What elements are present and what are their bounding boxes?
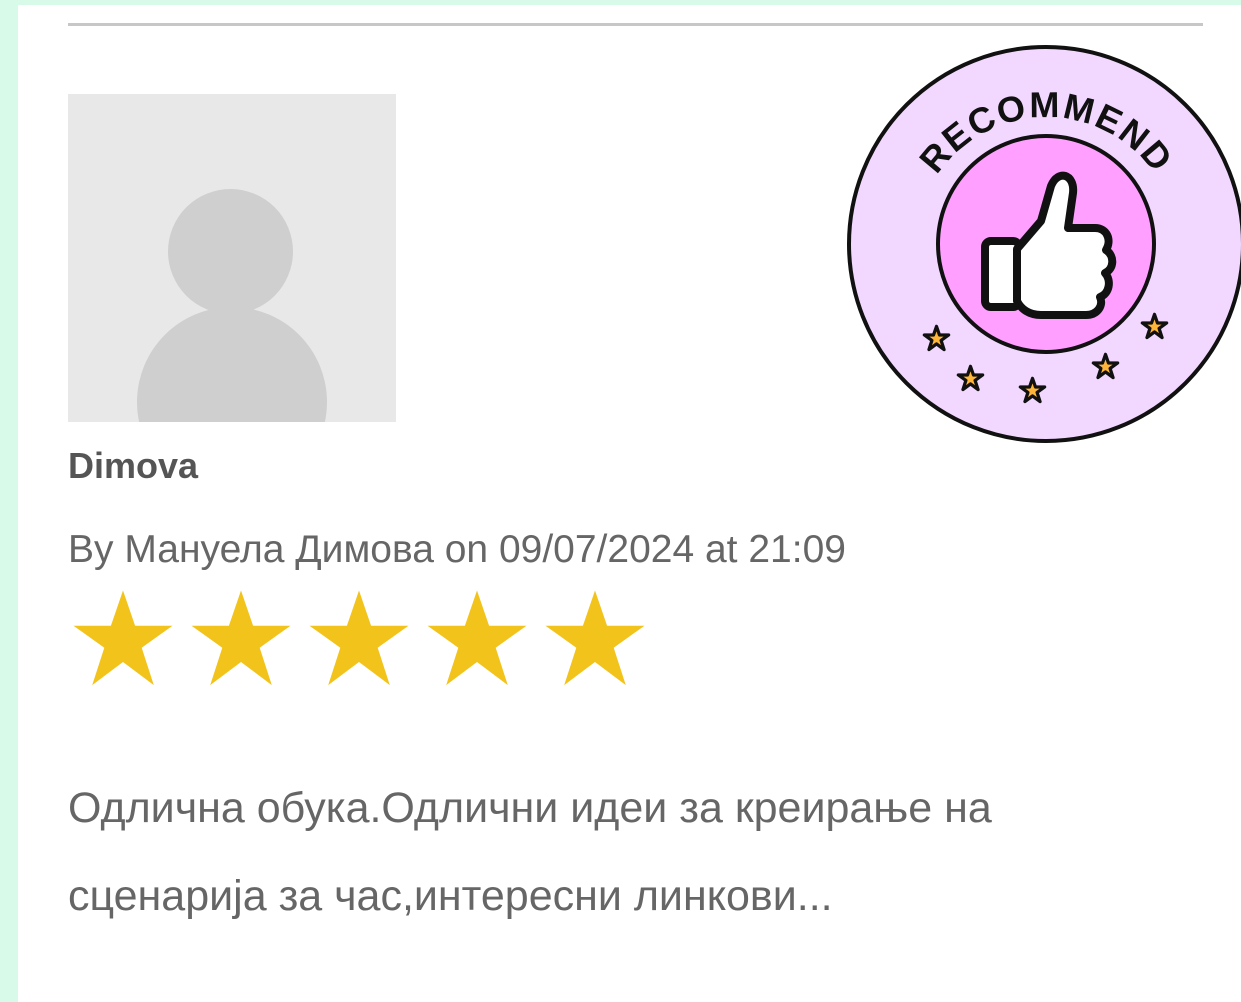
star-icon: [545, 590, 645, 686]
review-text-line-2: сценарија за час,интересни линкови...: [68, 872, 833, 920]
star-rating: [68, 585, 650, 695]
page-frame: Dimova By Мануела Димова on 09/07/2024 a…: [0, 0, 1241, 1002]
recommend-badge: RECOMMEND: [847, 45, 1241, 443]
avatar: [68, 94, 396, 422]
review-author-name: Dimova: [68, 445, 199, 486]
top-divider: [68, 23, 1203, 26]
review-card: Dimova By Мануела Димова on 09/07/2024 a…: [18, 5, 1241, 1002]
star-icon: [191, 590, 291, 686]
star-icon: [427, 590, 527, 686]
review-text-line-1: Одлична обука.Одлични идеи за креирање н…: [68, 784, 992, 832]
review-meta: By Мануела Димова on 09/07/2024 at 21:09: [68, 528, 846, 571]
star-icon: [309, 590, 409, 686]
star-icon: [73, 590, 173, 686]
avatar-head-icon: [168, 189, 293, 314]
avatar-body-icon: [137, 307, 327, 422]
